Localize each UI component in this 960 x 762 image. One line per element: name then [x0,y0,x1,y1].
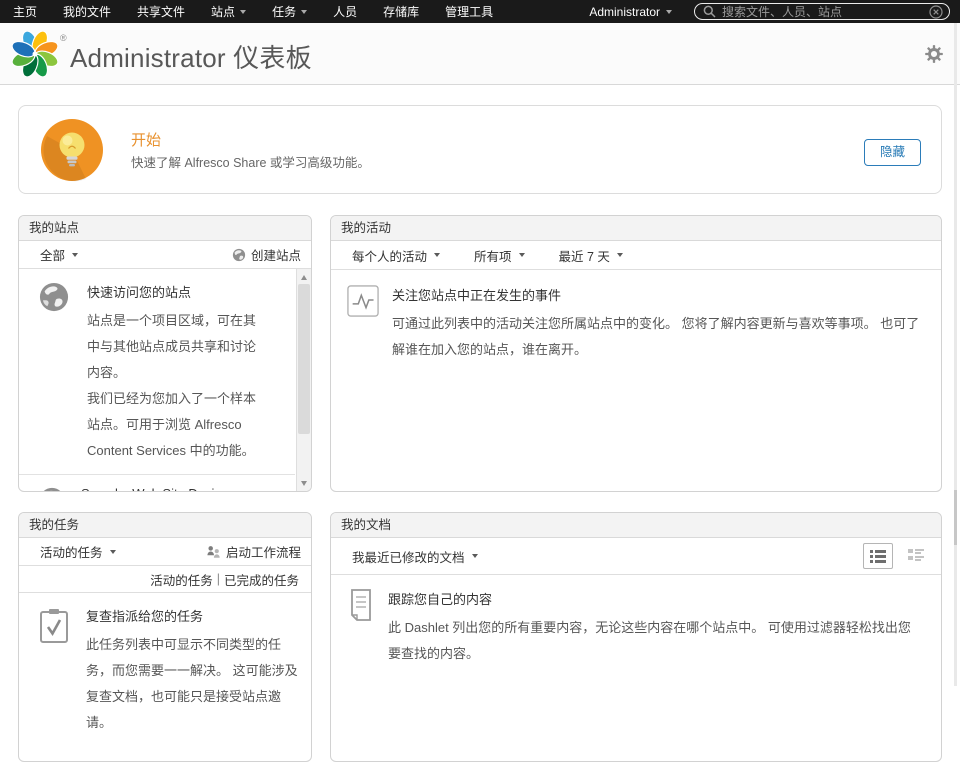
my-sites-toolbar: 全部 创建站点 [19,241,311,269]
my-documents-dashlet: 我的文档 我最近已修改的文档 跟踪您自己的内容 此 Dashlet 列出您的所有… [330,512,942,762]
my-tasks-toolbar: 活动的任务 启动工作流程 [19,538,311,566]
my-activities-header: 我的活动 [331,216,941,241]
documents-empty-title: 跟踪您自己的内容 [388,589,921,608]
sites-scrollbar[interactable] [296,269,311,491]
get-started-title: 开始 [131,129,161,150]
user-menu[interactable]: Administrator [579,5,682,19]
documents-filter-dropdown[interactable]: 我最近已修改的文档 [352,547,478,566]
my-sites-dashlet: 我的站点 全部 创建站点 快速访问您的站点 站点是一个项目区域，可在其中与其他站… [18,215,312,492]
activities-range-filter-dropdown[interactable]: 最近 7 天 [559,246,623,265]
activities-empty-text: 关注您站点中正在发生的事件 可通过此列表中的活动关注您所属站点中的变化。 您将了… [392,285,921,363]
gear-icon[interactable] [925,45,943,68]
page-scrollbar[interactable] [954,23,957,686]
hide-button[interactable]: 隐藏 [864,139,921,166]
activity-pulse-icon [347,285,379,363]
nav-repository[interactable]: 存储库 [370,0,432,23]
my-sites-body: 快速访问您的站点 站点是一个项目区域，可在其中与其他站点成员共享和讨论内容。 我… [19,269,311,491]
site-list-item[interactable]: Sample: Web Site Design Project This is … [19,474,295,492]
nav-my-files[interactable]: 我的文件 [50,0,124,23]
my-tasks-dashlet: 我的任务 活动的任务 启动工作流程 活动的任务 | 已完成的任务 复查指派给您的… [18,512,312,762]
start-workflow-icon [206,545,221,559]
nav-admin-tools[interactable]: 管理工具 [432,0,506,23]
sites-empty-paragraph-1: 站点是一个项目区域，可在其中与其他站点成员共享和讨论内容。 [87,308,267,386]
my-activities-dashlet: 我的活动 每个人的活动 所有项 最近 7 天 关注您站点中正在发生的事件 可通过… [330,215,942,492]
documents-empty-paragraph: 此 Dashlet 列出您的所有重要内容，无论这些内容在哪个站点中。 可使用过滤… [388,615,921,667]
site-item-text: Sample: Web Site Design Project This is … [81,485,261,492]
documents-empty-state: 跟踪您自己的内容 此 Dashlet 列出您的所有重要内容，无论这些内容在哪个站… [331,575,941,667]
caret-down-icon [666,10,672,14]
caret-down-icon [519,253,525,257]
sites-empty-paragraph-2: 我们已经为您加入了一个样本站点。可用于浏览 Alfresco Content S… [87,386,267,464]
detailed-view-icon[interactable] [901,543,931,569]
activities-empty-title: 关注您站点中正在发生的事件 [392,285,921,304]
lightbulb-icon [40,118,104,182]
caret-down-icon [240,10,246,14]
my-tasks-header: 我的任务 [19,513,311,538]
clipboard-check-icon [39,608,69,736]
top-navigation-bar: 主页 我的文件 共享文件 站点 任务 人员 存储库 管理工具 Administr… [0,0,960,23]
create-site-icon [232,248,246,262]
nav-sites-menu[interactable]: 站点 [198,0,259,23]
tasks-empty-title: 复查指派给您的任务 [86,606,300,625]
document-icon [348,589,374,667]
app-header: ® Administrator 仪表板 [0,23,960,85]
caret-down-icon [110,550,116,554]
search-icon [703,5,716,18]
nav-tasks-menu[interactable]: 任务 [259,0,320,23]
caret-down-icon [434,253,440,257]
site-name-link[interactable]: Sample: Web Site Design Project [81,485,261,492]
site-globe-icon [39,487,65,492]
get-started-panel: 开始 快速了解 Alfresco Share 或学习高级功能。 隐藏 [18,105,942,194]
activities-empty-state: 关注您站点中正在发生的事件 可通过此列表中的活动关注您所属站点中的变化。 您将了… [331,270,941,363]
alfresco-logo-icon: ® [12,31,68,79]
tasks-empty-paragraph: 此任务列表中可显示不同类型的任务，而您需要一一解决。 这可能涉及复查文档，也可能… [86,632,300,736]
scroll-down-icon[interactable] [297,476,311,490]
tasks-links-bar: 活动的任务 | 已完成的任务 [19,566,311,593]
scrollbar-thumb[interactable] [298,284,310,434]
activities-user-filter-dropdown[interactable]: 每个人的活动 [352,246,440,265]
caret-down-icon [301,10,307,14]
documents-empty-text: 跟踪您自己的内容 此 Dashlet 列出您的所有重要内容，无论这些内容在哪个站… [388,589,921,667]
sites-empty-title: 快速访问您的站点 [87,282,267,301]
my-sites-header: 我的站点 [19,216,311,241]
search-input[interactable] [722,5,923,19]
my-documents-toolbar: 我最近已修改的文档 [331,538,941,575]
create-site-link[interactable]: 创建站点 [232,245,301,264]
clear-search-icon[interactable] [929,5,943,19]
my-activities-toolbar: 每个人的活动 所有项 最近 7 天 [331,241,941,270]
sites-filter-dropdown[interactable]: 全部 [40,245,78,264]
sites-empty-text: 快速访问您的站点 站点是一个项目区域，可在其中与其他站点成员共享和讨论内容。 我… [87,282,267,464]
nav-people[interactable]: 人员 [320,0,370,23]
tasks-link-separator: | [213,572,224,586]
my-documents-header: 我的文档 [331,513,941,538]
active-tasks-link[interactable]: 活动的任务 [150,570,213,589]
page-title: Administrator 仪表板 [70,38,312,75]
caret-down-icon [72,253,78,257]
registered-mark: ® [60,33,67,43]
page-scrollbar-thumb[interactable] [954,490,957,545]
simple-view-icon[interactable] [863,543,893,569]
tasks-filter-dropdown[interactable]: 活动的任务 [40,542,116,561]
activities-type-filter-dropdown[interactable]: 所有项 [474,246,525,265]
tasks-empty-text: 复查指派给您的任务 此任务列表中可显示不同类型的任务，而您需要一一解决。 这可能… [86,606,300,736]
global-search [694,3,950,20]
get-started-description: 快速了解 Alfresco Share 或学习高级功能。 [131,152,370,171]
activities-empty-paragraph: 可通过此列表中的活动关注您所属站点中的变化。 您将了解内容更新与喜欢等事项。 也… [392,311,921,363]
tasks-empty-state: 复查指派给您的任务 此任务列表中可显示不同类型的任务，而您需要一一解决。 这可能… [19,593,311,736]
start-workflow-link[interactable]: 启动工作流程 [206,542,301,561]
nav-home[interactable]: 主页 [0,0,50,23]
globe-icon [39,282,69,464]
scroll-up-icon[interactable] [297,270,311,284]
nav-shared-files[interactable]: 共享文件 [124,0,198,23]
completed-tasks-link[interactable]: 已完成的任务 [224,570,299,589]
caret-down-icon [617,253,623,257]
sites-empty-state: 快速访问您的站点 站点是一个项目区域，可在其中与其他站点成员共享和讨论内容。 我… [19,269,311,474]
caret-down-icon [472,554,478,558]
